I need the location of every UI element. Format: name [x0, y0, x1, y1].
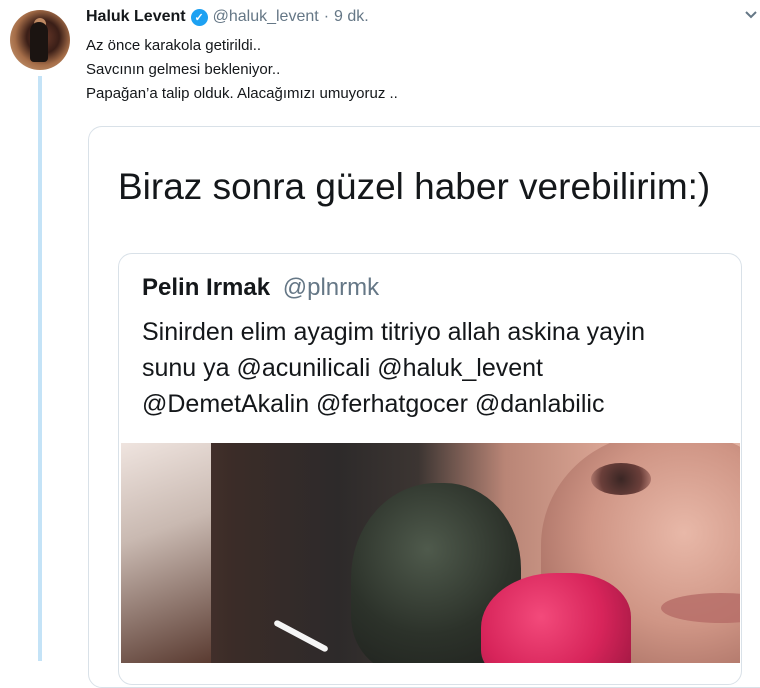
embedded-video[interactable]	[121, 443, 740, 663]
inner-tweet-line: sunu ya @acunilicali @haluk_levent	[142, 354, 543, 382]
inner-tweet-line: Sinirden elim ayagim titriyo allah askin…	[142, 318, 646, 346]
author-handle[interactable]: @haluk_levent	[213, 8, 319, 26]
author-avatar[interactable]	[10, 10, 70, 70]
tweet-timestamp[interactable]: 9 dk.	[334, 8, 369, 26]
header-separator: ·	[323, 8, 330, 25]
inner-tweet-header: Pelin Irmak @plnrmk	[142, 274, 379, 302]
video-background	[121, 443, 211, 663]
avatar-figure	[30, 22, 48, 62]
tweet-line: Savcının gelmesi bekleniyor..	[86, 61, 281, 78]
inner-author-name[interactable]: Pelin Irmak	[142, 274, 270, 301]
thread-line	[38, 76, 42, 661]
inner-author-handle[interactable]: @plnrmk	[283, 274, 379, 301]
inner-tweet-line: @DemetAkalin @ferhatgocer @danlabilic	[142, 390, 605, 418]
quote-tweet-text: Biraz sonra güzel haber verebilirim:)	[118, 166, 711, 207]
chevron-down-icon[interactable]	[744, 8, 758, 22]
tweet-text: Az önce karakola getirildi.. Savcının ge…	[86, 34, 398, 106]
author-name[interactable]: Haluk Levent	[86, 8, 186, 26]
video-eye	[591, 463, 651, 495]
video-stick	[273, 619, 329, 653]
tweet-header: Haluk Levent ✓ @haluk_levent · 9 dk.	[86, 6, 369, 28]
tweet-line: Az önce karakola getirildi..	[86, 37, 262, 54]
inner-tweet-text: Sinirden elim ayagim titriyo allah askin…	[142, 314, 645, 422]
verified-badge-icon: ✓	[190, 8, 208, 26]
tweet-line: Papağan’a talip olduk. Alacağımızı umuyo…	[86, 85, 398, 102]
